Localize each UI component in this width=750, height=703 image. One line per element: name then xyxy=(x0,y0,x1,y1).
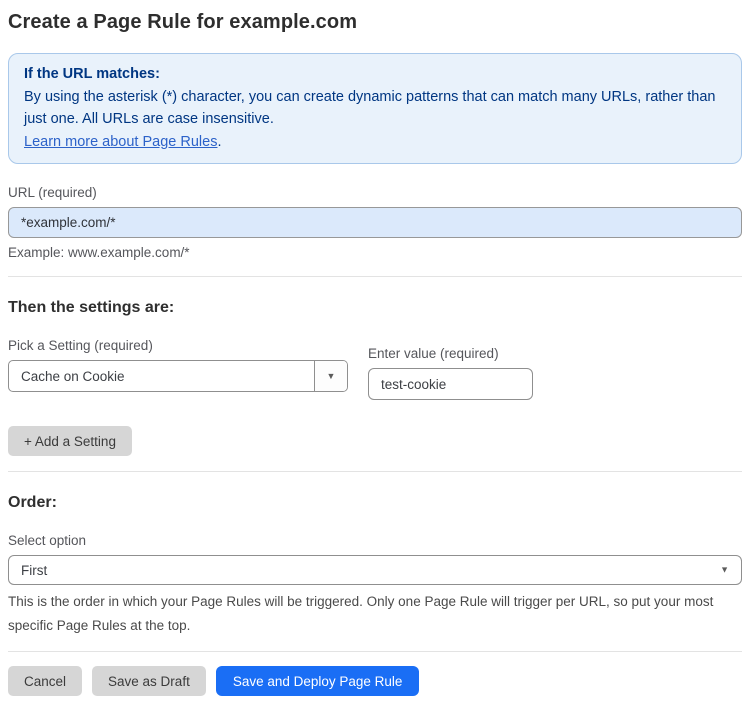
info-box-link-line: Learn more about Page Rules. xyxy=(24,131,726,154)
url-input[interactable] xyxy=(8,207,742,238)
save-deploy-button[interactable]: Save and Deploy Page Rule xyxy=(215,666,420,696)
settings-row: Pick a Setting (required) Cache on Cooki… xyxy=(8,337,742,400)
page-title: Create a Page Rule for example.com xyxy=(8,11,358,33)
learn-more-link[interactable]: Learn more about Page Rules xyxy=(24,134,217,150)
add-setting-button[interactable]: + Add a Setting xyxy=(8,426,132,456)
order-heading: Order: xyxy=(8,494,57,511)
pick-setting-column: Pick a Setting (required) Cache on Cooki… xyxy=(8,337,348,392)
enter-value-label: Enter value (required) xyxy=(368,346,499,361)
link-period: . xyxy=(217,133,222,150)
chevron-down-icon: ▼ xyxy=(326,370,336,381)
setting-dropdown[interactable]: Cache on Cookie ▼ xyxy=(8,360,348,392)
footer-actions: Cancel Save as Draft Save and Deploy Pag… xyxy=(8,666,742,696)
pick-setting-label: Pick a Setting (required) xyxy=(8,338,153,353)
select-option-label: Select option xyxy=(8,533,87,548)
setting-value-input[interactable] xyxy=(368,368,533,400)
save-draft-button[interactable]: Save as Draft xyxy=(92,666,206,696)
order-select-value: First xyxy=(21,562,48,578)
enter-value-column: Enter value (required) xyxy=(368,345,533,400)
cancel-button[interactable]: Cancel xyxy=(8,666,83,696)
section-divider xyxy=(8,276,742,277)
info-box-body: By using the asterisk (*) character, you… xyxy=(24,88,716,128)
create-page-rule-form: Create a Page Rule for example.com If th… xyxy=(0,10,750,696)
url-match-info-box: If the URL matches: By using the asteris… xyxy=(8,53,742,164)
url-label: URL (required) xyxy=(8,185,97,200)
info-box-heading: If the URL matches: xyxy=(24,66,160,82)
settings-heading: Then the settings are: xyxy=(8,299,175,316)
setting-dropdown-value: Cache on Cookie xyxy=(21,368,125,384)
section-divider xyxy=(8,471,742,472)
order-select[interactable]: First ▼ xyxy=(8,555,742,585)
setting-dropdown-arrow-button[interactable]: ▼ xyxy=(314,361,347,391)
url-helper: Example: www.example.com/* xyxy=(8,245,190,260)
chevron-down-icon: ▼ xyxy=(720,564,729,575)
order-description: This is the order in which your Page Rul… xyxy=(8,594,714,633)
section-divider xyxy=(8,651,742,652)
